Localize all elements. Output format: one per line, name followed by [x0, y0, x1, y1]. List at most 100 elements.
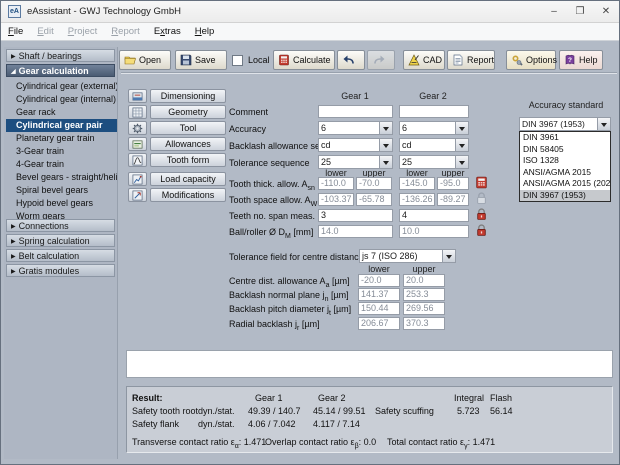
local-checkbox[interactable]: [232, 55, 243, 66]
tolerance-seq-gear2-combo[interactable]: 25: [399, 155, 469, 169]
tolerance-field-combo[interactable]: js 7 (ISO 286): [359, 249, 456, 263]
centre-input-r3-c0[interactable]: 206.67: [358, 317, 400, 330]
chevron-down-icon[interactable]: [455, 156, 468, 168]
allowance-input-r2-c1[interactable]: 4: [399, 209, 469, 222]
menu-item-file[interactable]: File: [1, 23, 30, 37]
chevron-down-icon[interactable]: [455, 139, 468, 151]
allowance-input-r1-c3[interactable]: -89.27: [437, 193, 469, 206]
result-title: Result:: [132, 393, 163, 403]
centre-input-r1-c1[interactable]: 253.3: [403, 288, 445, 301]
lock-gray-icon[interactable]: [475, 192, 489, 206]
dropdown-option-ansi-agma-2015[interactable]: ANSI/AGMA 2015: [520, 167, 610, 179]
sidebar-item-bevel-gears-straight-helical[interactable]: Bevel gears - straight/helical: [6, 171, 117, 184]
sidebar-section-spring-calculation[interactable]: ▶Spring calculation: [6, 234, 115, 247]
allowance-input-r1-c0[interactable]: -103.37: [318, 193, 354, 206]
allowance-input-r0-c1[interactable]: -70.0: [356, 177, 392, 190]
backlash-seq-gear2-combo[interactable]: cd: [399, 138, 469, 152]
minimize-button[interactable]: –: [541, 1, 567, 22]
maximize-button[interactable]: ❐: [567, 1, 593, 22]
sidebar-section-gratis-modules[interactable]: ▶Gratis modules: [6, 264, 115, 277]
accuracy-standard-combo[interactable]: DIN 3967 (1953): [519, 117, 611, 131]
chevron-down-icon[interactable]: [379, 139, 392, 151]
allowance-input-r1-c2[interactable]: -136.26: [399, 193, 435, 206]
allowance-input-r0-c0[interactable]: -110.0: [318, 177, 354, 190]
allowance-input-r0-c2[interactable]: -145.0: [399, 177, 435, 190]
sidebar-item-cylindrical-gear-pair[interactable]: Cylindrical gear pair: [6, 119, 117, 132]
menu-item-help[interactable]: Help: [188, 23, 222, 37]
backlash-seq-gear1-combo[interactable]: cd: [318, 138, 393, 152]
centre-input-r3-c1[interactable]: 370.3: [403, 317, 445, 330]
nav-button-load-capacity[interactable]: Load capacity: [150, 172, 226, 186]
nav-button-allowances[interactable]: Allowances: [150, 137, 226, 151]
lock-red-icon[interactable]: [475, 224, 489, 238]
allowance-input-r1-c1[interactable]: -65.78: [356, 193, 392, 206]
dropdown-option-iso-1328[interactable]: ISO 1328: [520, 155, 610, 167]
result-gear1-header: Gear 1: [255, 393, 283, 403]
dropdown-option-din-3961[interactable]: DIN 3961: [520, 132, 610, 144]
centre-input-r1-c0[interactable]: 141.37: [358, 288, 400, 301]
allowance-input-r3-c1[interactable]: 10.0: [399, 225, 469, 238]
nav-button-tool[interactable]: Tool: [150, 121, 226, 135]
nav-button-modifications[interactable]: Modifications: [150, 188, 226, 202]
centre-input-r0-c0[interactable]: -20.0: [358, 274, 400, 287]
save-disk-icon: [180, 54, 192, 66]
nav-button-tooth-form[interactable]: Tooth form: [150, 153, 226, 167]
calc-red-icon[interactable]: [475, 176, 489, 190]
load-capacity-icon-button[interactable]: [128, 172, 147, 186]
sidebar-item-hypoid-bevel-gears[interactable]: Hypoid bevel gears: [6, 197, 117, 210]
sidebar-item-planetary-gear-train[interactable]: Planetary gear train: [6, 132, 117, 145]
dropdown-option-din-58405[interactable]: DIN 58405: [520, 144, 610, 156]
sidebar-item-cylindrical-gear-external[interactable]: Cylindrical gear (external): [6, 80, 117, 93]
modifications-icon-button[interactable]: [128, 188, 147, 202]
geometry-icon-button[interactable]: [128, 105, 147, 119]
dropdown-option-ansi-agma-2015-2020[interactable]: ANSI/AGMA 2015 (2020): [520, 178, 610, 190]
chevron-down-icon[interactable]: [597, 118, 610, 130]
nav-button-geometry[interactable]: Geometry: [150, 105, 226, 119]
result-gear1-safety-tooth-root: 49.39 / 140.7: [248, 406, 301, 416]
chevron-down-icon[interactable]: [379, 156, 392, 168]
options-button[interactable]: Options: [506, 50, 556, 70]
comment-gear2-input[interactable]: [399, 105, 469, 118]
tolerance-seq-label: Tolerance sequence: [229, 158, 310, 168]
accuracy-gear1-combo[interactable]: 6: [318, 121, 393, 135]
lock-red-icon[interactable]: [475, 208, 489, 222]
sidebar-item-gear-rack[interactable]: Gear rack: [6, 106, 117, 119]
allowance-input-r0-c3[interactable]: -95.0: [437, 177, 469, 190]
sidebar-item-4-gear-train[interactable]: 4-Gear train: [6, 158, 117, 171]
chevron-down-icon[interactable]: [455, 122, 468, 134]
undo-button[interactable]: [337, 50, 365, 70]
allowance-input-r3-c0[interactable]: 14.0: [318, 225, 393, 238]
sidebar-item-spiral-bevel-gears[interactable]: Spiral bevel gears: [6, 184, 117, 197]
toolbar-separator: [121, 72, 617, 74]
tolerance-seq-gear1-combo[interactable]: 25: [318, 155, 393, 169]
allowance-input-r2-c0[interactable]: 3: [318, 209, 393, 222]
sidebar-section-shaft-bearings[interactable]: ▶Shaft / bearings: [6, 49, 115, 62]
triangle-expanded-icon: ◢: [11, 69, 16, 75]
centre-input-r2-c1[interactable]: 269.56: [403, 302, 445, 315]
chevron-down-icon[interactable]: [379, 122, 392, 134]
centre-input-r0-c1[interactable]: 20.0: [403, 274, 445, 287]
centre-input-r2-c0[interactable]: 150.44: [358, 302, 400, 315]
chevron-down-icon[interactable]: [442, 250, 455, 262]
calculate-button[interactable]: Calculate: [273, 50, 335, 70]
dimensioning-icon-button[interactable]: [128, 89, 147, 103]
nav-button-dimensioning[interactable]: Dimensioning: [150, 89, 226, 103]
cad-button[interactable]: CAD: [403, 50, 445, 70]
comment-gear1-input[interactable]: [318, 105, 393, 118]
sidebar-item-3-gear-train[interactable]: 3-Gear train: [6, 145, 117, 158]
tooth-form-icon-button[interactable]: [128, 153, 147, 167]
menu-item-extras[interactable]: Extras: [147, 23, 188, 37]
sidebar-section-gear-calculation[interactable]: ◢Gear calculation: [6, 64, 115, 77]
dropdown-option-din-3967-1953[interactable]: DIN 3967 (1953): [520, 190, 610, 202]
close-button[interactable]: ✕: [593, 1, 619, 22]
tool-gear-icon-button[interactable]: [128, 121, 147, 135]
sidebar-section-connections[interactable]: ▶Connections: [6, 219, 115, 232]
help-button[interactable]: ?Help: [559, 50, 603, 70]
save-button[interactable]: Save: [175, 50, 227, 70]
sidebar-section-belt-calculation[interactable]: ▶Belt calculation: [6, 249, 115, 262]
sidebar-item-cylindrical-gear-internal[interactable]: Cylindrical gear (internal): [6, 93, 117, 106]
accuracy-gear2-combo[interactable]: 6: [399, 121, 469, 135]
report-button[interactable]: Report: [447, 50, 495, 70]
allowances-icon-button[interactable]: [128, 137, 147, 151]
open-button[interactable]: Open: [119, 50, 171, 70]
